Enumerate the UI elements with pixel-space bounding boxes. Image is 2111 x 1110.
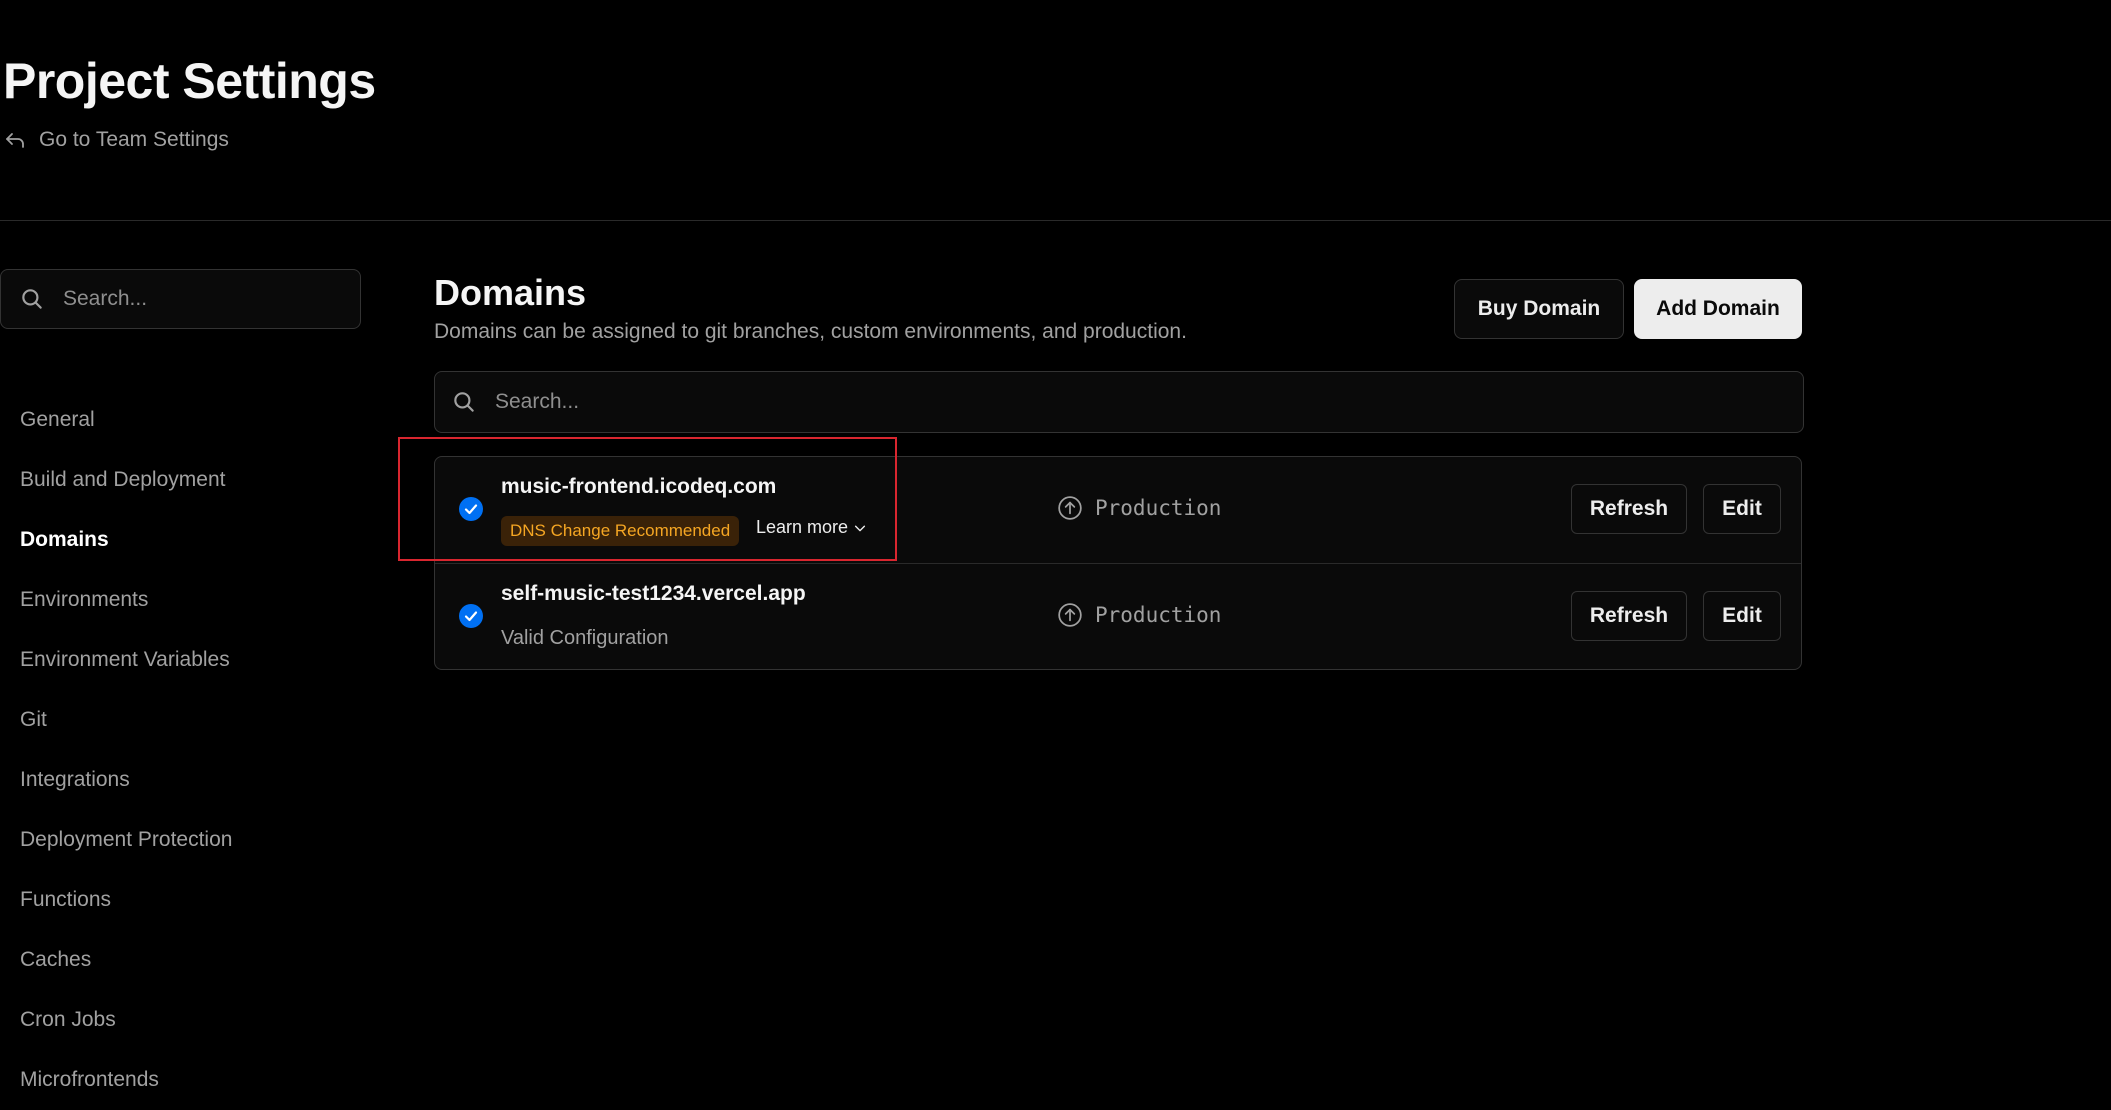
domain-row: music-frontend.icodeq.com DNS Change Rec… — [435, 457, 1801, 563]
sidebar-item-deployment-protection[interactable]: Deployment Protection — [20, 810, 232, 870]
sidebar-item-environment-variables[interactable]: Environment Variables — [20, 630, 232, 690]
sidebar-item-functions[interactable]: Functions — [20, 870, 232, 930]
refresh-button[interactable]: Refresh — [1571, 591, 1687, 641]
dns-change-badge: DNS Change Recommended — [501, 516, 740, 546]
search-icon — [22, 289, 42, 309]
environment-label: Production — [1057, 495, 1221, 521]
learn-more-label: Learn more — [756, 517, 849, 537]
sidebar-item-git[interactable]: Git — [20, 690, 232, 750]
back-link-label: Go to Team Settings — [39, 128, 229, 151]
arrow-up-circle-icon — [1058, 603, 1082, 627]
sidebar-item-environments[interactable]: Environments — [20, 570, 232, 630]
go-to-team-settings-link[interactable]: Go to Team Settings — [3, 128, 229, 152]
environment-name: Production — [1095, 603, 1222, 627]
section-title: Domains — [434, 272, 587, 313]
search-icon — [454, 392, 474, 412]
domain-row: self-music-test1234.vercel.app Valid Con… — [435, 563, 1801, 669]
chevron-down-icon — [854, 525, 866, 531]
sidebar-item-microfrontends[interactable]: Microfrontends — [20, 1050, 232, 1110]
edit-button[interactable]: Edit — [1703, 591, 1781, 641]
page-title: Project Settings — [3, 53, 376, 109]
settings-nav: General Build and Deployment Domains Env… — [20, 390, 232, 1110]
section-description: Domains can be assigned to git branches,… — [434, 320, 1187, 343]
sidebar-search-input[interactable] — [61, 286, 360, 312]
environment-label: Production — [1057, 602, 1221, 628]
add-domain-button[interactable]: Add Domain — [1634, 279, 1802, 339]
sidebar-item-integrations[interactable]: Integrations — [20, 750, 232, 810]
sidebar-item-cron-jobs[interactable]: Cron Jobs — [20, 990, 232, 1050]
domain-name-link[interactable]: self-music-test1234.vercel.app — [501, 582, 806, 606]
sidebar-search[interactable] — [0, 269, 361, 329]
domain-list: music-frontend.icodeq.com DNS Change Rec… — [434, 456, 1802, 670]
domain-search-input[interactable] — [493, 389, 1803, 415]
learn-more-toggle[interactable]: Learn more — [756, 517, 867, 538]
domain-search[interactable] — [434, 371, 1804, 433]
back-arrow-icon — [6, 133, 24, 148]
check-circle-icon — [459, 604, 483, 628]
buy-domain-button[interactable]: Buy Domain — [1454, 279, 1624, 339]
sidebar-item-general[interactable]: General — [20, 390, 232, 450]
refresh-button[interactable]: Refresh — [1571, 484, 1687, 534]
environment-name: Production — [1095, 496, 1222, 520]
domain-name-link[interactable]: music-frontend.icodeq.com — [501, 475, 776, 499]
arrow-up-circle-icon — [1058, 496, 1082, 520]
page-header: Project Settings Go to Team Settings — [0, 0, 2111, 221]
config-status: Valid Configuration — [501, 627, 669, 649]
sidebar-item-caches[interactable]: Caches — [20, 930, 232, 990]
check-circle-icon — [459, 497, 483, 521]
sidebar-item-domains[interactable]: Domains — [20, 510, 232, 570]
sidebar-item-build-and-deployment[interactable]: Build and Deployment — [20, 450, 232, 510]
edit-button[interactable]: Edit — [1703, 484, 1781, 534]
